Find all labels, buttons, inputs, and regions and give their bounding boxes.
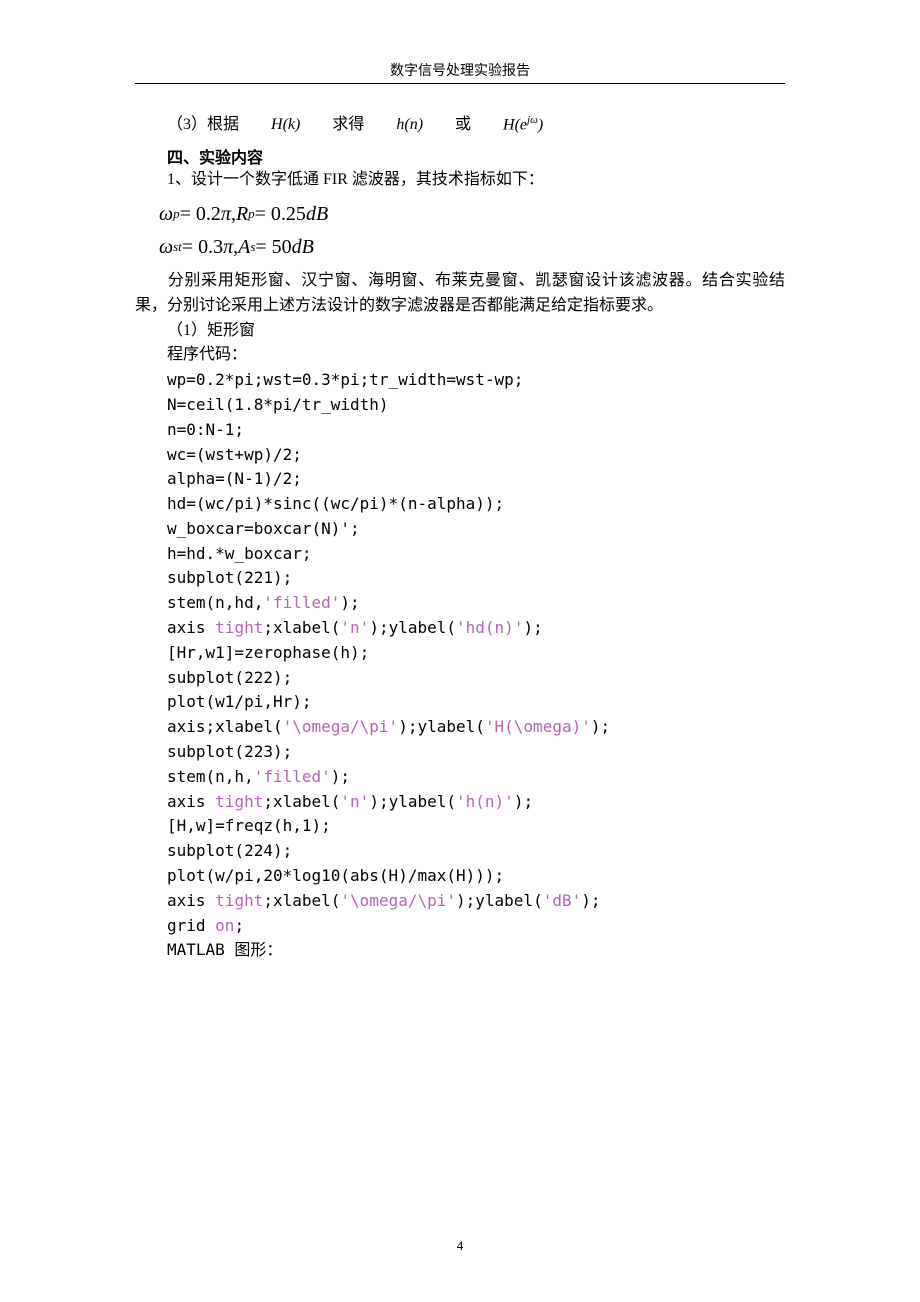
page-header-title: 数字信号处理实验报告 (135, 60, 785, 80)
code-line-19: [H,w]=freqz(h,1); (135, 814, 785, 839)
code-line-2: N=ceil(1.8*pi/tr_width) (135, 393, 785, 418)
code-keyword: on (215, 916, 234, 935)
math-hk: H(k) (239, 113, 300, 138)
code-segment: grid (167, 916, 215, 935)
text-segment: 或 (423, 113, 471, 138)
code-line-3: n=0:N-1; (135, 418, 785, 443)
code-line-21: plot(w/pi,20*log10(abs(H)/max(H))); (135, 864, 785, 889)
code-segment: stem(n,h, (167, 767, 254, 786)
code-keyword: tight (215, 792, 263, 811)
code-line-8: h=hd.*w_boxcar; (135, 542, 785, 567)
code-segment: axis (167, 891, 215, 910)
section-4-title: 四、实验内容 (135, 144, 785, 168)
code-keyword: tight (215, 618, 263, 637)
math-var: k (288, 116, 295, 133)
code-segment: ; (234, 916, 244, 935)
paragraph-windows: 分别采用矩形窗、汉宁窗、海明窗、布莱克曼窗、凯瑟窗设计该滤波器。结合实验结果，分… (135, 269, 785, 319)
math-unit: dB (306, 203, 328, 226)
math-close: ) (538, 116, 543, 133)
math-r: R (236, 203, 248, 226)
code-string: '\omega/\pi' (283, 717, 399, 736)
page-number: 4 (0, 1238, 920, 1254)
code-line-22: axis tight;xlabel('\omega/\pi');ylabel('… (135, 889, 785, 914)
code-string: 'H(\omega)' (485, 717, 591, 736)
code-string: 'h(n)' (456, 792, 514, 811)
text-segment: （3）根据 (135, 113, 239, 138)
code-line-18: axis tight;xlabel('n');ylabel('h(n)'); (135, 790, 785, 815)
code-line-9: subplot(221); (135, 566, 785, 591)
header-divider (135, 83, 785, 84)
code-line-16: subplot(223); (135, 740, 785, 765)
math-var: h (396, 116, 404, 133)
math-eq: = 0.2 (180, 203, 221, 226)
code-string: 'filled' (254, 767, 331, 786)
math-a: A (238, 236, 250, 259)
math-superscript: jω (527, 114, 538, 126)
text-segment: 求得 (300, 113, 364, 138)
label-code: 程序代码： (135, 343, 785, 368)
code-segment: ); (523, 618, 542, 637)
code-string: '\omega/\pi' (340, 891, 456, 910)
math-var: H (503, 116, 515, 133)
label-rect-window: （1）矩形窗 (135, 319, 785, 344)
math-var: n (410, 116, 418, 133)
code-segment: ;xlabel( (263, 891, 340, 910)
code-line-7: w_boxcar=boxcar(N)'; (135, 517, 785, 542)
code-line-23: grid on; (135, 914, 785, 939)
math-pi: π (221, 203, 231, 226)
code-keyword: tight (215, 891, 263, 910)
code-string: 'hd(n)' (456, 618, 523, 637)
code-segment: axis (167, 618, 215, 637)
math-omega: ω (159, 236, 173, 259)
code-segment: );ylabel( (369, 792, 456, 811)
line-problem1: 1、设计一个数字低通 FIR 滤波器，其技术指标如下： (135, 168, 785, 193)
paragraph-text: 分别采用矩形窗、汉宁窗、海明窗、布莱克曼窗、凯瑟窗设计该滤波器。结合实验结果，分… (135, 272, 785, 314)
code-segment: );ylabel( (398, 717, 485, 736)
code-string: 'filled' (263, 593, 340, 612)
line-step3: （3）根据 H(k) 求得 h(n) 或 H(ejω) (135, 112, 785, 138)
math-eq: = 0.25 (255, 203, 306, 226)
math-var: H (271, 116, 283, 133)
code-line-13: subplot(222); (135, 666, 785, 691)
code-segment: );ylabel( (456, 891, 543, 910)
code-line-15: axis;xlabel('\omega/\pi');ylabel('H(\ome… (135, 715, 785, 740)
code-segment: ); (514, 792, 533, 811)
code-line-11: axis tight;xlabel('n');ylabel('hd(n)'); (135, 616, 785, 641)
math-pi: π (223, 236, 233, 259)
code-line-4: wc=(wst+wp)/2; (135, 443, 785, 468)
math-hn: h(n) (364, 113, 423, 138)
math-var: e (520, 116, 527, 133)
code-line-12: [Hr,w1]=zerophase(h); (135, 641, 785, 666)
code-segment: axis;xlabel( (167, 717, 283, 736)
code-segment: ); (331, 767, 350, 786)
code-segment: stem(n,hd, (167, 593, 263, 612)
formula-wst-as: ωst = 0.3π, As = 50dB (159, 236, 785, 259)
math-unit: dB (292, 236, 314, 259)
math-subscript: st (173, 239, 182, 255)
code-line-14: plot(w1/pi,Hr); (135, 690, 785, 715)
code-line-6: hd=(wc/pi)*sinc((wc/pi)*(n-alpha)); (135, 492, 785, 517)
code-string: 'n' (340, 792, 369, 811)
code-line-1: wp=0.2*pi;wst=0.3*pi;tr_width=wst-wp; (135, 368, 785, 393)
math-omega: ω (159, 203, 173, 226)
math-hejw: H(ejω) (471, 112, 543, 138)
math-eq: = 0.3 (182, 236, 223, 259)
code-segment: ;xlabel( (263, 618, 340, 637)
code-segment: axis (167, 792, 215, 811)
code-line-5: alpha=(N-1)/2; (135, 467, 785, 492)
code-line-24: MATLAB 图形： (135, 938, 785, 963)
code-line-17: stem(n,h,'filled'); (135, 765, 785, 790)
code-segment: ); (581, 891, 600, 910)
document-page: 数字信号处理实验报告 （3）根据 H(k) 求得 h(n) 或 H(ejω) 四… (0, 0, 920, 1003)
formula-wp-rp: ωp = 0.2π, Rp = 0.25dB (159, 203, 785, 226)
code-string: 'n' (340, 618, 369, 637)
code-line-10: stem(n,hd,'filled'); (135, 591, 785, 616)
code-segment: ); (591, 717, 610, 736)
math-eq: = 50 (255, 236, 291, 259)
code-line-20: subplot(224); (135, 839, 785, 864)
code-segment: );ylabel( (369, 618, 456, 637)
code-string: 'dB' (543, 891, 582, 910)
code-segment: ;xlabel( (263, 792, 340, 811)
code-segment: ); (340, 593, 359, 612)
